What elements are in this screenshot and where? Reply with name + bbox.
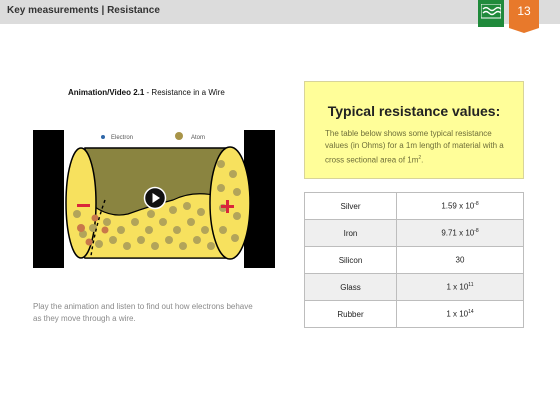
- wave-logo-icon: [481, 4, 501, 19]
- info-box-title: Typical resistance values:: [327, 103, 501, 119]
- play-icon: [143, 186, 167, 210]
- publisher-logo[interactable]: [478, 0, 504, 27]
- material-cell: Silver: [304, 192, 397, 220]
- caption-subtitle: - Resistance in a Wire: [144, 88, 225, 97]
- table-row: Iron 9.71 x 10-8: [304, 219, 524, 247]
- material-cell: Glass: [304, 273, 397, 301]
- resistance-cell: 30: [396, 246, 524, 274]
- animation-description: Play the animation and listen to find ou…: [33, 302, 253, 323]
- positive-terminal-v: [226, 200, 229, 213]
- material-cell: Rubber: [304, 300, 397, 328]
- negative-terminal: [77, 204, 90, 207]
- table-row: Glass 1 x 1011: [304, 273, 524, 301]
- material-cell: Silicon: [304, 246, 397, 274]
- table-row: Silicon 30: [304, 246, 524, 274]
- material-cell: Iron: [304, 219, 397, 247]
- electron-legend-label: Electron: [111, 135, 133, 141]
- top-bar: Key measurements | Resistance: [0, 0, 560, 24]
- play-button[interactable]: [143, 186, 167, 210]
- atom-legend-dot: [175, 132, 183, 140]
- breadcrumb[interactable]: Key measurements | Resistance: [7, 5, 160, 16]
- animation-caption: Animation/Video 2.1 - Resistance in a Wi…: [68, 88, 225, 97]
- resistance-table: Silver 1.59 x 10-8 Iron 9.71 x 10-8 Sili…: [304, 192, 524, 328]
- resistance-cell: 9.71 x 10-8: [396, 219, 524, 247]
- table-row: Rubber 1 x 1014: [304, 300, 524, 328]
- caption-title: Animation/Video 2.1: [68, 88, 145, 97]
- resistance-cell: 1 x 1014: [396, 300, 524, 328]
- electron-legend-dot: [101, 135, 105, 139]
- table-row: Silver 1.59 x 10-8: [304, 192, 524, 220]
- page-number-badge: 13: [509, 0, 539, 33]
- resistance-cell: 1 x 1011: [396, 273, 524, 301]
- wire-right-end: [209, 146, 251, 260]
- resistance-animation[interactable]: Electron Atom: [33, 130, 275, 268]
- left-contact: [33, 130, 64, 268]
- info-box-body: The table below shows some typical resis…: [325, 129, 504, 165]
- info-box: Typical resistance values: The table bel…: [304, 81, 524, 179]
- resistance-cell: 1.59 x 10-8: [396, 192, 524, 220]
- atom-legend-label: Atom: [191, 135, 205, 141]
